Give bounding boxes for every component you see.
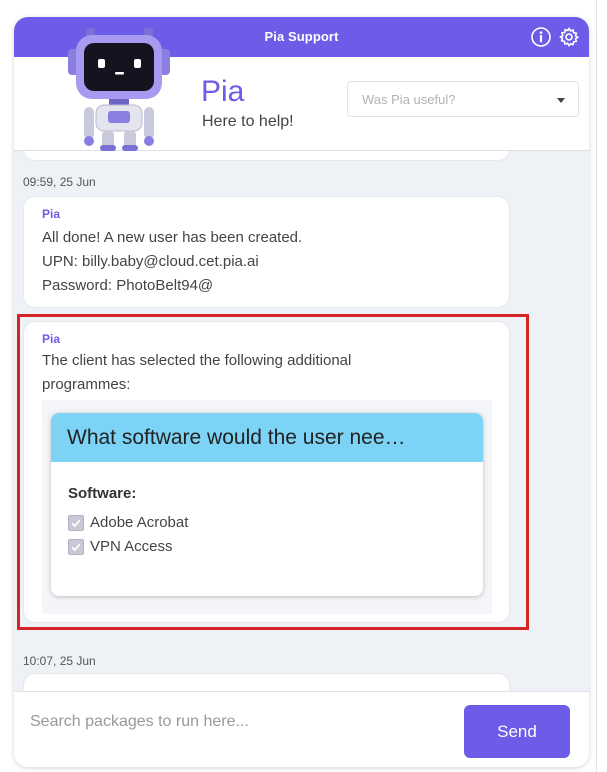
bot-name: Pia — [201, 75, 245, 108]
message-line: Password: PhotoBelt94@ — [42, 277, 214, 294]
software-label: Software: — [68, 485, 137, 502]
send-button[interactable]: Send — [464, 705, 570, 758]
card-header: What software would the user nee… — [51, 413, 483, 462]
message-composer: Send — [14, 691, 589, 767]
chevron-down-icon — [557, 98, 565, 103]
message-line: All done! A new user has been created. — [42, 229, 303, 246]
message-line: The client has selected the following ad… — [42, 352, 352, 369]
robot-avatar — [64, 25, 174, 153]
card-container: What software would the user nee… Softwa… — [42, 400, 492, 614]
bot-tagline: Here to help! — [202, 113, 294, 130]
message-bubble-with-card: Pia The client has selected the followin… — [23, 321, 510, 623]
chat-history[interactable]: 09:59, 25 Jun Pia All done! A new user h… — [14, 151, 589, 691]
gear-icon[interactable] — [558, 26, 580, 48]
bot-profile-header: Pia Here to help! Was Pia useful? — [14, 28, 589, 151]
checkbox-label: VPN Access — [90, 538, 173, 555]
checkbox-label: Adobe Acrobat — [90, 514, 189, 531]
checkbox-checked-icon[interactable] — [68, 515, 84, 531]
checkbox-checked-icon[interactable] — [68, 539, 84, 555]
message-line: UPN: billy.baby@cloud.cet.pia.ai — [42, 253, 259, 270]
message-bubble-previous — [23, 151, 510, 161]
feedback-placeholder: Was Pia useful? — [362, 92, 456, 107]
feedback-select[interactable]: Was Pia useful? — [347, 81, 579, 117]
search-packages-input[interactable] — [30, 708, 450, 736]
card-question: What software would the user nee… — [67, 426, 406, 449]
message-line: programmes: — [42, 376, 131, 393]
message-timestamp: 09:59, 25 Jun — [23, 175, 96, 189]
chat-widget: Pia Support Pia Here to help! Was Pia us… — [14, 17, 589, 767]
info-icon[interactable] — [530, 26, 552, 48]
message-timestamp: 10:07, 25 Jun — [23, 654, 96, 668]
message-bubble-next — [23, 673, 510, 691]
page-edge-divider — [596, 0, 597, 772]
message-sender: Pia — [42, 207, 61, 221]
message-bubble: Pia All done! A new user has been create… — [23, 196, 510, 308]
message-sender: Pia — [42, 332, 61, 346]
software-form-card: What software would the user nee… Softwa… — [51, 413, 483, 596]
